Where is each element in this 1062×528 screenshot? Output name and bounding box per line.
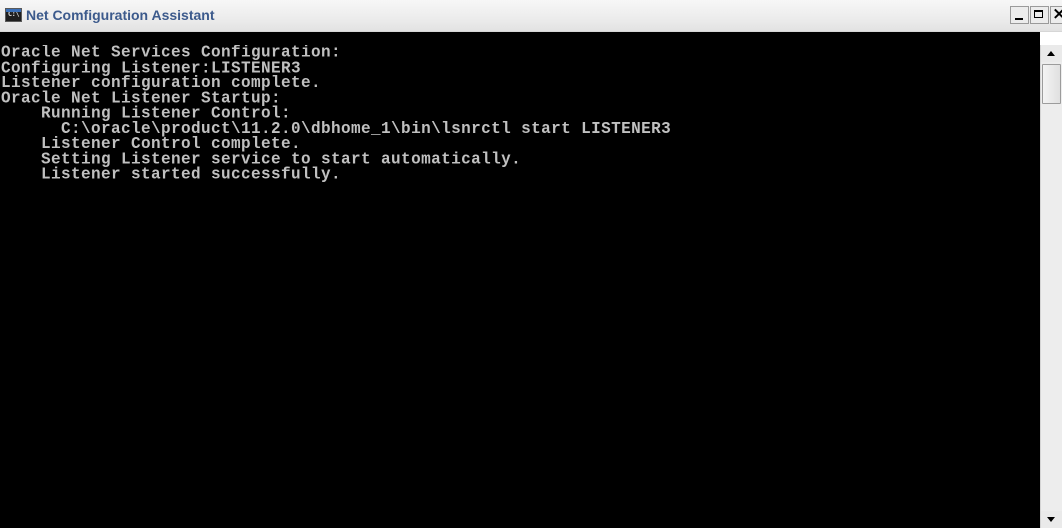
- console-icon-bar: [6, 9, 21, 12]
- scroll-up-arrow-icon[interactable]: [1041, 45, 1062, 62]
- maximize-icon[interactable]: [1030, 6, 1049, 24]
- scroll-thumb[interactable]: [1042, 64, 1061, 104]
- vertical-scrollbar[interactable]: [1040, 45, 1062, 528]
- console-window: C:\ Net Comfiguration Assistant Oracle N…: [0, 0, 1062, 528]
- console-icon[interactable]: C:\: [5, 8, 22, 22]
- console-top-padding: [0, 32, 1040, 45]
- window-controls: [1009, 6, 1062, 26]
- window-title: Net Comfiguration Assistant: [26, 7, 215, 23]
- minimize-icon[interactable]: [1010, 6, 1029, 24]
- title-bar[interactable]: C:\ Net Comfiguration Assistant: [0, 0, 1062, 32]
- console-output[interactable]: Oracle Net Services Configuration: Config…: [0, 45, 1040, 528]
- console-line: Listener started successfully.: [1, 164, 342, 184]
- close-icon[interactable]: [1050, 6, 1062, 24]
- scroll-down-arrow-icon[interactable]: [1041, 511, 1062, 528]
- console-text: Oracle Net Services Configuration: Config…: [1, 45, 671, 182]
